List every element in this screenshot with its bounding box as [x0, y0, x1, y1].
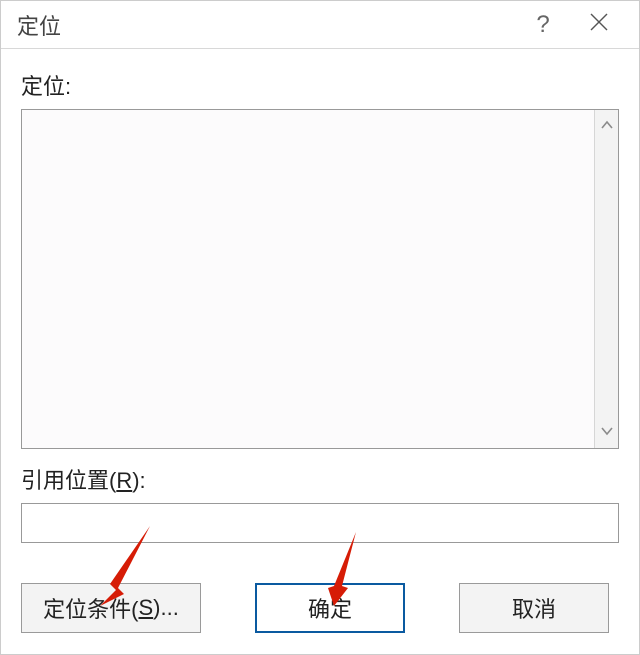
goto-dialog: 定位 ? 定位:	[0, 0, 640, 655]
close-button[interactable]	[571, 1, 627, 49]
dialog-body: 定位: 引用位置(R): 定位条件(S	[1, 49, 639, 654]
goto-label: 定位:	[21, 69, 619, 101]
reference-input[interactable]	[21, 503, 619, 543]
reference-label: 引用位置(R):	[21, 463, 619, 495]
chevron-down-icon	[600, 423, 614, 441]
goto-listbox-container	[21, 109, 619, 449]
titlebar: 定位 ?	[1, 1, 639, 49]
help-button[interactable]: ?	[515, 1, 571, 49]
cancel-button[interactable]: 取消	[459, 583, 609, 633]
scroll-up-button[interactable]	[595, 116, 618, 136]
special-button[interactable]: 定位条件(S)...	[21, 583, 201, 633]
chevron-up-icon	[600, 117, 614, 135]
help-icon: ?	[536, 11, 549, 39]
close-icon	[588, 11, 610, 38]
dialog-title: 定位	[17, 9, 61, 41]
ok-button[interactable]: 确定	[255, 583, 405, 633]
button-row: 定位条件(S)... 确定 取消	[21, 583, 619, 633]
goto-listbox[interactable]	[22, 110, 594, 448]
listbox-scrollbar[interactable]	[594, 110, 618, 448]
scroll-down-button[interactable]	[595, 422, 618, 442]
